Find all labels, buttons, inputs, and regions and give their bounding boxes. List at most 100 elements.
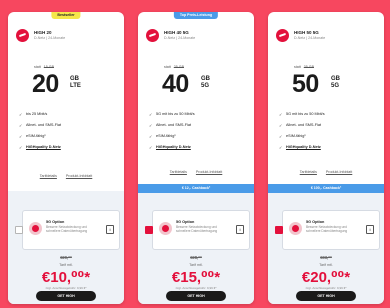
- check-icon: ✓: [149, 145, 153, 150]
- option-logo-icon: [289, 222, 302, 235]
- feature-item: ✓ eSIM-fähig¹: [149, 134, 249, 145]
- network-tech: 5G: [331, 83, 340, 89]
- feature-item: ✓ Allnet- und SMS-Flat: [279, 123, 379, 134]
- feature-item: ✓ 5G mit bis zu 50 Mbit/s: [149, 112, 249, 123]
- feature-item: ✓ 5G mit bis zu 50 Mbit/s: [279, 112, 379, 123]
- feature-item: ✓ HiGHquality D-Netz: [279, 145, 379, 156]
- statt-label: statt: [294, 65, 301, 69]
- monthly-price: €20,⁰⁰*: [301, 269, 351, 286]
- statt-row: statt 35 GB: [294, 65, 314, 69]
- network-tech: LTE: [70, 83, 81, 89]
- info-icon[interactable]: i: [366, 225, 374, 234]
- check-icon: ✓: [19, 145, 23, 150]
- feature-list: ✓ bis 25 Mbit/s ✓ Allnet- und SMS-Flat ✓ eS…: [19, 112, 119, 156]
- statt-row: statt 25 GB: [164, 65, 184, 69]
- feature-list: ✓ 5G mit bis zu 50 Mbit/s ✓ Allnet- und SM…: [279, 112, 379, 156]
- statt-label: statt: [164, 65, 171, 69]
- produkt-infoblatt-link[interactable]: Produkt-Infoblatt: [66, 174, 92, 178]
- feature-text: eSIM-fähig¹: [26, 134, 46, 138]
- statt-row: statt 15 GB: [34, 65, 54, 69]
- data-volume: 40: [162, 70, 189, 98]
- old-price: €33,⁰⁰: [320, 255, 332, 260]
- monthly-price: €10,⁰⁰*: [41, 269, 91, 286]
- old-price: €28,⁰⁰: [190, 255, 202, 260]
- price-label: Tarif mtl.: [59, 263, 73, 267]
- old-price: €20,⁰⁰: [60, 255, 72, 260]
- tariff-subtitle: D-Netz | 24-Monate: [164, 36, 196, 40]
- tarifdetails-link[interactable]: Tarifdetails: [40, 174, 57, 178]
- card-links: Tarifdetails Produkt-Infoblatt: [268, 170, 384, 174]
- tariff-name: HIGH 50 5G: [294, 30, 319, 35]
- option-logo-icon: [29, 222, 42, 235]
- get-high-button[interactable]: GET HIGH: [36, 291, 96, 301]
- option-description: Bessere Netzabdeckung und schnellere Dat…: [46, 225, 88, 233]
- cashback-bar: € 12,- Cashback²: [138, 184, 254, 193]
- feature-text[interactable]: HiGHquality D-Netz: [156, 145, 191, 149]
- 5g-option-box[interactable]: 5G Option Bessere Netzabdeckung und schn…: [275, 210, 380, 250]
- brand-logo-icon: [16, 29, 29, 42]
- price-label: Tarif mtl.: [189, 263, 203, 267]
- check-icon: ✓: [279, 123, 283, 128]
- tariff-subtitle: D-Netz | 24-Monate: [294, 36, 326, 40]
- tariff-name: HIGH 40 5G: [164, 30, 189, 35]
- card-links: Tarifdetails Produkt-Infoblatt: [8, 174, 124, 178]
- bestseller-badge: Bestseller: [51, 12, 81, 19]
- feature-item: ✓ HiGHquality D-Netz: [19, 145, 119, 156]
- produkt-infoblatt-link[interactable]: Produkt-Infoblatt: [196, 170, 222, 174]
- tarifdetails-link[interactable]: Tarifdetails: [170, 170, 187, 174]
- statt-old-volume: 25 GB: [173, 65, 184, 69]
- feature-text: 5G mit bis zu 50 Mbit/s: [286, 112, 325, 116]
- feature-item: ✓ bis 25 Mbit/s: [19, 112, 119, 123]
- data-volume: 20: [32, 70, 59, 98]
- get-high-button[interactable]: GET HIGH: [166, 291, 226, 301]
- feature-item: ✓ eSIM-fähig¹: [279, 134, 379, 145]
- check-icon: ✓: [279, 112, 283, 117]
- brand-logo-icon: [276, 29, 289, 42]
- check-icon: ✓: [279, 145, 283, 150]
- data-unit: GB: [331, 76, 340, 82]
- check-icon: ✓: [149, 134, 153, 139]
- tariff-card-high-50-5g: € 100,- Cashback² HIGH 50 5G D-Netz | 24…: [268, 12, 384, 304]
- price-fineprint: zzgl. Anschlussgebühr: 9,99 €*: [45, 286, 87, 290]
- check-icon: ✓: [279, 134, 283, 139]
- price-fineprint: zzgl. Anschlussgebühr: 9,99 €*: [305, 286, 347, 290]
- tariff-name: HIGH 20: [34, 30, 52, 35]
- 5g-option-checkbox[interactable]: [145, 226, 153, 234]
- info-icon[interactable]: i: [236, 225, 244, 234]
- network-tech: 5G: [201, 83, 210, 89]
- 5g-option-checkbox[interactable]: [15, 226, 23, 234]
- 5g-option-checkbox[interactable]: [275, 226, 283, 234]
- info-icon[interactable]: i: [106, 225, 114, 234]
- option-logo-icon: [159, 222, 172, 235]
- feature-text: eSIM-fähig¹: [156, 134, 176, 138]
- feature-text: Allnet- und SMS-Flat: [286, 123, 322, 127]
- tariff-card-high-20: Bestseller HIGH 20 D-Netz | 24-Monate st…: [8, 12, 124, 304]
- check-icon: ✓: [149, 123, 153, 128]
- cashback-bar: € 100,- Cashback²: [268, 184, 384, 193]
- tarifdetails-link[interactable]: Tarifdetails: [300, 170, 317, 174]
- option-description: Bessere Netzabdeckung und schnellere Dat…: [176, 225, 218, 233]
- check-icon: ✓: [149, 112, 153, 117]
- data-volume: 50: [292, 70, 319, 98]
- card-links: Tarifdetails Produkt-Infoblatt: [138, 170, 254, 174]
- 5g-option-box[interactable]: 5G Option Bessere Netzabdeckung und schn…: [15, 210, 120, 250]
- tariff-card-high-40-5g: € 12,- Cashback² Top Preis-Leistung HIGH…: [138, 12, 254, 304]
- feature-text: Allnet- und SMS-Flat: [26, 123, 62, 127]
- feature-text[interactable]: HiGHquality D-Netz: [286, 145, 321, 149]
- 5g-option-box[interactable]: 5G Option Bessere Netzabdeckung und schn…: [145, 210, 250, 250]
- statt-old-volume: 15 GB: [43, 65, 54, 69]
- feature-item: ✓ Allnet- und SMS-Flat: [149, 123, 249, 134]
- data-unit: GB: [70, 76, 79, 82]
- check-icon: ✓: [19, 112, 23, 117]
- feature-item: ✓ HiGHquality D-Netz: [149, 145, 249, 156]
- get-high-button[interactable]: GET HIGH: [296, 291, 356, 301]
- feature-list: ✓ 5G mit bis zu 50 Mbit/s ✓ Allnet- und SM…: [149, 112, 249, 156]
- feature-item: ✓ eSIM-fähig¹: [19, 134, 119, 145]
- statt-label: statt: [34, 65, 41, 69]
- price-fineprint: zzgl. Anschlussgebühr: 9,99 €*: [175, 286, 217, 290]
- option-description: Bessere Netzabdeckung und schnellere Dat…: [306, 225, 348, 233]
- feature-text: 5G mit bis zu 50 Mbit/s: [156, 112, 195, 116]
- produkt-infoblatt-link[interactable]: Produkt-Infoblatt: [326, 170, 352, 174]
- feature-text[interactable]: HiGHquality D-Netz: [26, 145, 61, 149]
- feature-item: ✓ Allnet- und SMS-Flat: [19, 123, 119, 134]
